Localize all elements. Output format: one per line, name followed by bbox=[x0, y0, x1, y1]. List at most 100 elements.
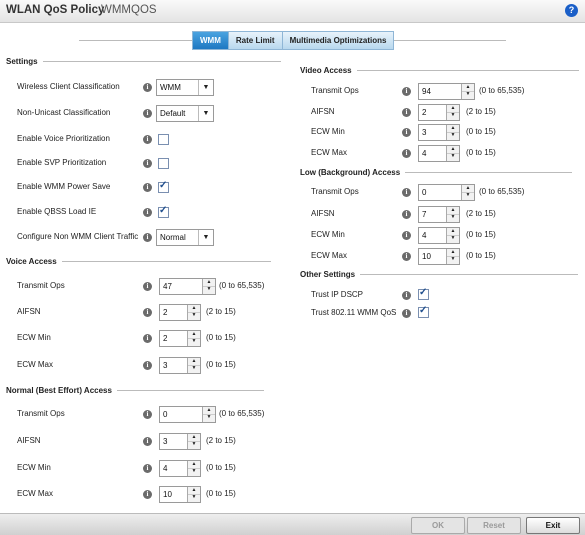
info-icon[interactable]: i bbox=[402, 149, 411, 158]
video-ecw-min-stepper[interactable]: 3 ▲ ▼ bbox=[418, 124, 460, 141]
chevron-down-icon: ▼ bbox=[198, 80, 213, 95]
range-hint: (2 to 15) bbox=[206, 307, 236, 316]
spin-down-icon[interactable]: ▼ bbox=[462, 91, 474, 98]
voice-ecw-max-label: ECW Max bbox=[17, 360, 53, 369]
info-icon[interactable]: i bbox=[402, 291, 411, 300]
info-icon[interactable]: i bbox=[143, 282, 152, 291]
info-icon[interactable]: i bbox=[143, 159, 152, 168]
normal-transmit-ops-stepper[interactable]: 0 ▲ ▼ bbox=[159, 406, 216, 423]
info-icon[interactable]: i bbox=[143, 109, 152, 118]
exit-button[interactable]: Exit bbox=[526, 517, 580, 534]
spin-down-icon[interactable]: ▼ bbox=[188, 441, 200, 448]
info-icon[interactable]: i bbox=[143, 308, 152, 317]
spin-down-icon[interactable]: ▼ bbox=[188, 338, 200, 345]
title-bar: WLAN QoS Policy WMMQOS ? bbox=[0, 0, 585, 23]
spin-down-icon[interactable]: ▼ bbox=[203, 286, 215, 293]
spin-down-icon[interactable]: ▼ bbox=[203, 414, 215, 421]
low-ecw-max-stepper[interactable]: 10 ▲ ▼ bbox=[418, 248, 460, 265]
chevron-down-icon: ▼ bbox=[198, 230, 213, 245]
spin-down-icon[interactable]: ▼ bbox=[188, 312, 200, 319]
ok-button[interactable]: OK bbox=[411, 517, 465, 534]
spin-down-icon[interactable]: ▼ bbox=[188, 365, 200, 372]
normal-ecw-min-label: ECW Min bbox=[17, 463, 51, 472]
non-wmm-client-traffic-select[interactable]: Normal ▼ bbox=[156, 229, 214, 246]
chevron-down-icon: ▼ bbox=[198, 106, 213, 121]
wmm-power-save-label: Enable WMM Power Save bbox=[17, 182, 111, 191]
voice-prioritization-checkbox[interactable] bbox=[158, 134, 169, 145]
wireless-client-classification-select[interactable]: WMM ▼ bbox=[156, 79, 214, 96]
reset-button[interactable]: Reset bbox=[467, 517, 521, 534]
voice-aifsn-stepper[interactable]: 2 ▲ ▼ bbox=[159, 304, 201, 321]
video-aifsn-stepper[interactable]: 2 ▲ ▼ bbox=[418, 104, 460, 121]
low-aifsn-stepper[interactable]: 7 ▲ ▼ bbox=[418, 206, 460, 223]
tab-rate-limit[interactable]: Rate Limit bbox=[228, 31, 283, 50]
info-icon[interactable]: i bbox=[402, 108, 411, 117]
info-icon[interactable]: i bbox=[143, 464, 152, 473]
info-icon[interactable]: i bbox=[143, 135, 152, 144]
info-icon[interactable]: i bbox=[143, 208, 152, 217]
spin-down-icon[interactable]: ▼ bbox=[447, 132, 459, 139]
tab-wmm[interactable]: WMM bbox=[192, 31, 229, 50]
wmm-power-save-checkbox[interactable] bbox=[158, 180, 169, 193]
qbss-load-ie-checkbox[interactable] bbox=[158, 205, 169, 218]
range-hint: (0 to 15) bbox=[206, 360, 236, 369]
range-hint: (2 to 15) bbox=[206, 436, 236, 445]
info-icon[interactable]: i bbox=[143, 437, 152, 446]
info-icon[interactable]: i bbox=[143, 183, 152, 192]
spin-down-icon[interactable]: ▼ bbox=[447, 112, 459, 119]
range-hint: (0 to 15) bbox=[206, 489, 236, 498]
voice-transmit-ops-stepper[interactable]: 47 ▲ ▼ bbox=[159, 278, 216, 295]
normal-ecw-min-stepper[interactable]: 4 ▲ ▼ bbox=[159, 460, 201, 477]
low-ecw-min-label: ECW Min bbox=[311, 230, 345, 239]
non-unicast-classification-label: Non-Unicast Classification bbox=[17, 108, 111, 117]
voice-aifsn-label: AIFSN bbox=[17, 307, 41, 316]
info-icon[interactable]: i bbox=[402, 87, 411, 96]
video-access-section-title: Video Access bbox=[300, 66, 579, 75]
spin-down-icon[interactable]: ▼ bbox=[447, 214, 459, 221]
spin-down-icon[interactable]: ▼ bbox=[462, 192, 474, 199]
info-icon[interactable]: i bbox=[143, 83, 152, 92]
info-icon[interactable]: i bbox=[402, 231, 411, 240]
spin-down-icon[interactable]: ▼ bbox=[188, 468, 200, 475]
tab-multimedia-optimizations[interactable]: Multimedia Optimizations bbox=[282, 31, 395, 50]
info-icon[interactable]: i bbox=[402, 210, 411, 219]
trust-ip-dscp-label: Trust IP DSCP bbox=[311, 290, 364, 299]
trust-wmm-qos-checkbox[interactable] bbox=[418, 305, 429, 318]
svp-prioritization-checkbox[interactable] bbox=[158, 158, 169, 169]
spin-down-icon[interactable]: ▼ bbox=[447, 153, 459, 160]
info-icon[interactable]: i bbox=[143, 410, 152, 419]
normal-aifsn-stepper[interactable]: 3 ▲ ▼ bbox=[159, 433, 201, 450]
info-icon[interactable]: i bbox=[402, 309, 411, 318]
range-hint: (0 to 65,535) bbox=[479, 86, 525, 95]
low-access-section-title: Low (Background) Access bbox=[300, 168, 573, 177]
spin-down-icon[interactable]: ▼ bbox=[188, 494, 200, 501]
video-ecw-max-stepper[interactable]: 4 ▲ ▼ bbox=[418, 145, 460, 162]
video-transmit-ops-stepper[interactable]: 94 ▲ ▼ bbox=[418, 83, 475, 100]
help-icon[interactable]: ? bbox=[565, 4, 578, 17]
low-ecw-min-stepper[interactable]: 4 ▲ ▼ bbox=[418, 227, 460, 244]
info-icon[interactable]: i bbox=[143, 334, 152, 343]
voice-transmit-ops-label: Transmit Ops bbox=[17, 281, 65, 290]
info-icon[interactable]: i bbox=[402, 188, 411, 197]
policy-name: WMMQOS bbox=[101, 4, 157, 16]
range-hint: (0 to 15) bbox=[206, 333, 236, 342]
info-icon[interactable]: i bbox=[402, 128, 411, 137]
range-hint: (0 to 65,535) bbox=[219, 281, 265, 290]
footer-bar: OK Reset Exit bbox=[0, 513, 585, 535]
spin-down-icon[interactable]: ▼ bbox=[447, 256, 459, 263]
info-icon[interactable]: i bbox=[143, 361, 152, 370]
trust-ip-dscp-checkbox[interactable] bbox=[418, 287, 429, 300]
voice-ecw-min-stepper[interactable]: 2 ▲ ▼ bbox=[159, 330, 201, 347]
info-icon[interactable]: i bbox=[143, 490, 152, 499]
range-hint: (0 to 15) bbox=[466, 230, 496, 239]
info-icon[interactable]: i bbox=[402, 252, 411, 261]
range-hint: (0 to 15) bbox=[466, 127, 496, 136]
info-icon[interactable]: i bbox=[143, 233, 152, 242]
normal-ecw-max-stepper[interactable]: 10 ▲ ▼ bbox=[159, 486, 201, 503]
range-hint: (0 to 65,535) bbox=[219, 409, 265, 418]
low-transmit-ops-stepper[interactable]: 0 ▲ ▼ bbox=[418, 184, 475, 201]
range-hint: (0 to 15) bbox=[206, 463, 236, 472]
spin-down-icon[interactable]: ▼ bbox=[447, 235, 459, 242]
voice-ecw-max-stepper[interactable]: 3 ▲ ▼ bbox=[159, 357, 201, 374]
non-unicast-classification-select[interactable]: Default ▼ bbox=[156, 105, 214, 122]
